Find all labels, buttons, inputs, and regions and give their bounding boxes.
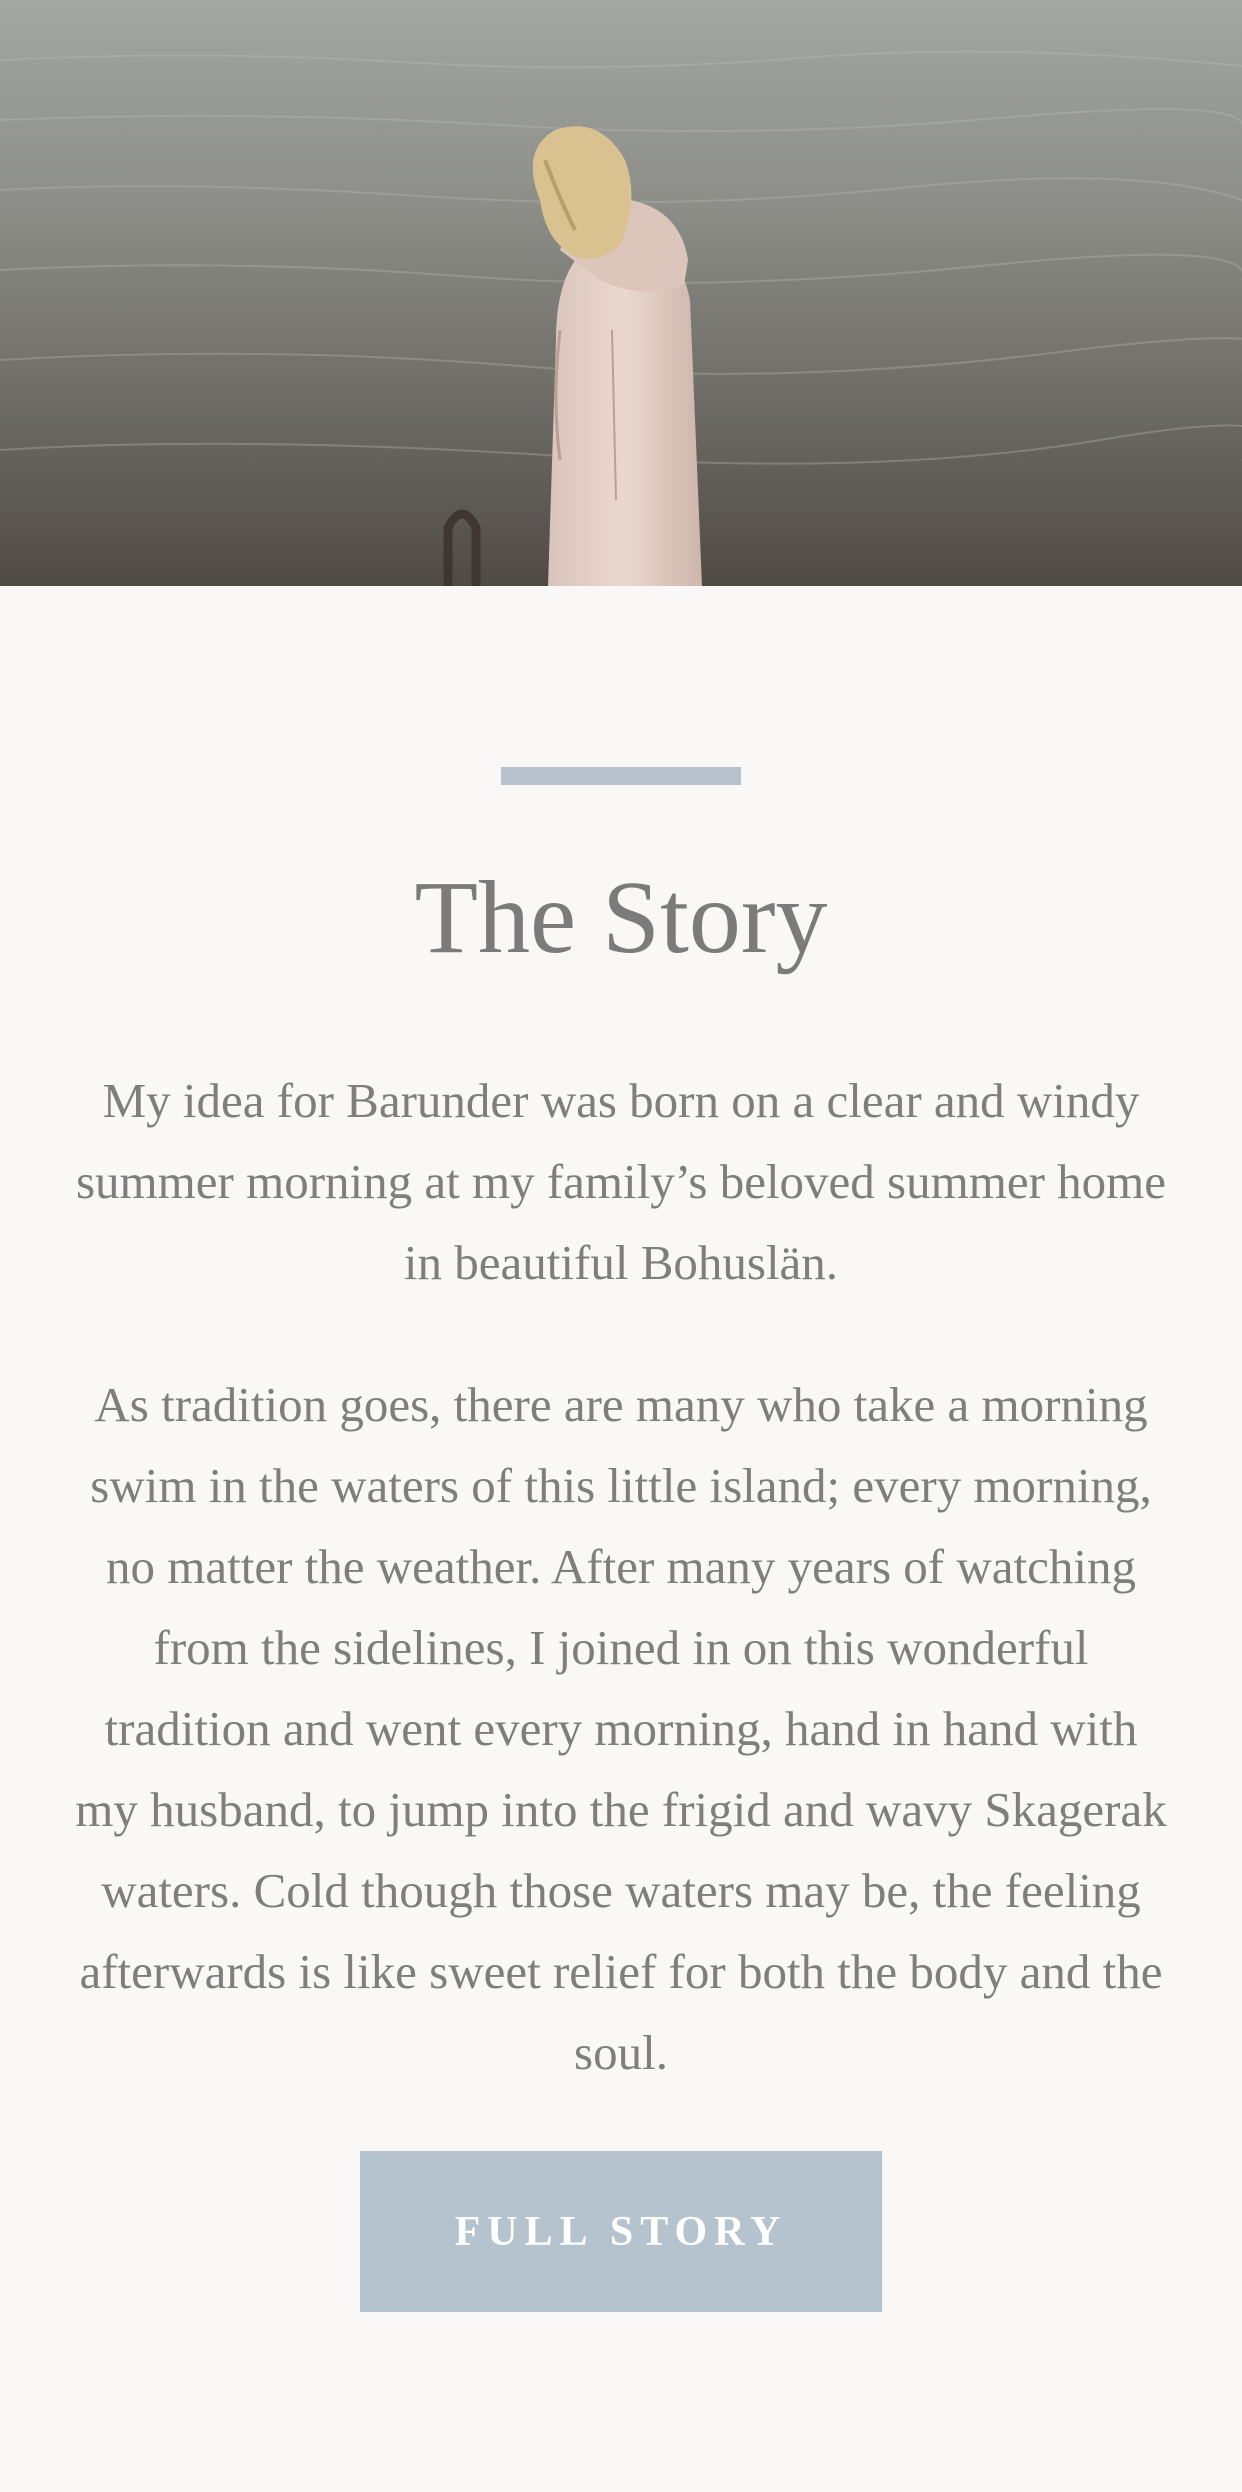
story-paragraph: My idea for Barunder was born on a clear… (75, 1073, 1167, 1290)
story-paragraph: As tradition goes, there are many who ta… (75, 1377, 1167, 2080)
section-title: The Story (414, 860, 828, 975)
section-divider (501, 767, 741, 785)
full-story-button[interactable]: FULL STORY (360, 2151, 882, 2312)
sea-photo-icon (0, 0, 1242, 586)
hero-image (0, 0, 1242, 586)
